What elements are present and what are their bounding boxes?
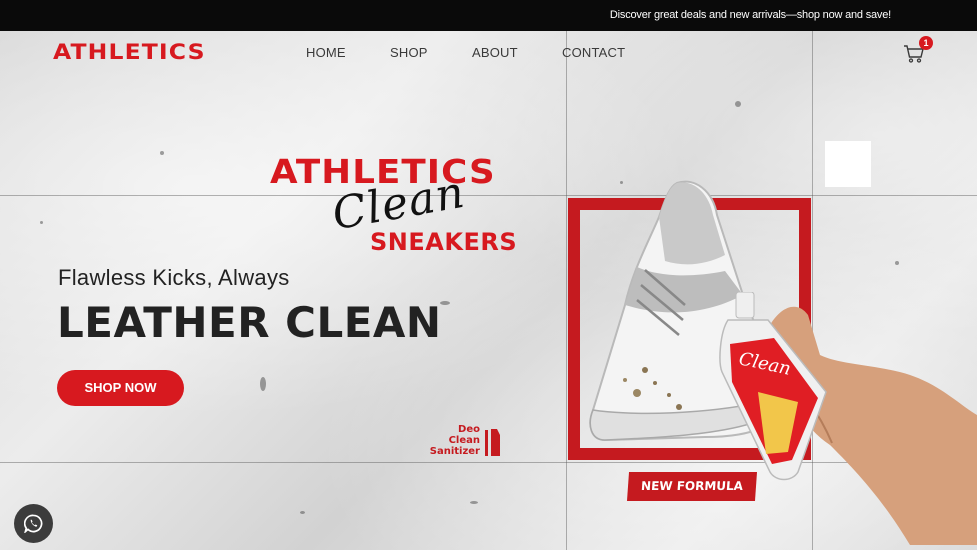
site-logo[interactable]: ATHLETICS — [53, 40, 206, 64]
nav-shop[interactable]: SHOP — [390, 45, 428, 60]
spray-bottle-icon — [485, 429, 500, 456]
grid-line — [566, 31, 567, 550]
announcement-bar: Discover great deals and new arrivals—sh… — [0, 0, 977, 31]
grid-line — [0, 195, 977, 196]
badge-line: Sanitizer — [429, 446, 480, 457]
new-formula-banner: NEW FORMULA — [626, 472, 758, 501]
nav-contact[interactable]: CONTACT — [562, 45, 625, 60]
cart-count-badge: 1 — [919, 36, 933, 50]
whatsapp-icon — [24, 514, 43, 533]
announcement-text: Discover great deals and new arrivals—sh… — [609, 9, 891, 21]
cleaner-bottle-image: Clean — [719, 292, 827, 481]
hero-tagline: Flawless Kicks, Always — [58, 265, 290, 290]
badge-line: Deo — [458, 424, 480, 435]
brand-sneakers: SNEAKERS — [370, 228, 518, 256]
badge-line: Clean — [448, 435, 480, 446]
nav-about[interactable]: ABOUT — [472, 45, 518, 60]
placeholder-square — [825, 141, 871, 187]
deo-clean-badge: Deo Clean Sanitizer — [428, 424, 508, 458]
whatsapp-chat-button[interactable] — [14, 504, 53, 543]
hero-headline: LEATHER CLEAN — [57, 298, 442, 347]
shop-now-button[interactable]: SHOP NOW — [57, 370, 184, 406]
nav-home[interactable]: HOME — [306, 45, 346, 60]
